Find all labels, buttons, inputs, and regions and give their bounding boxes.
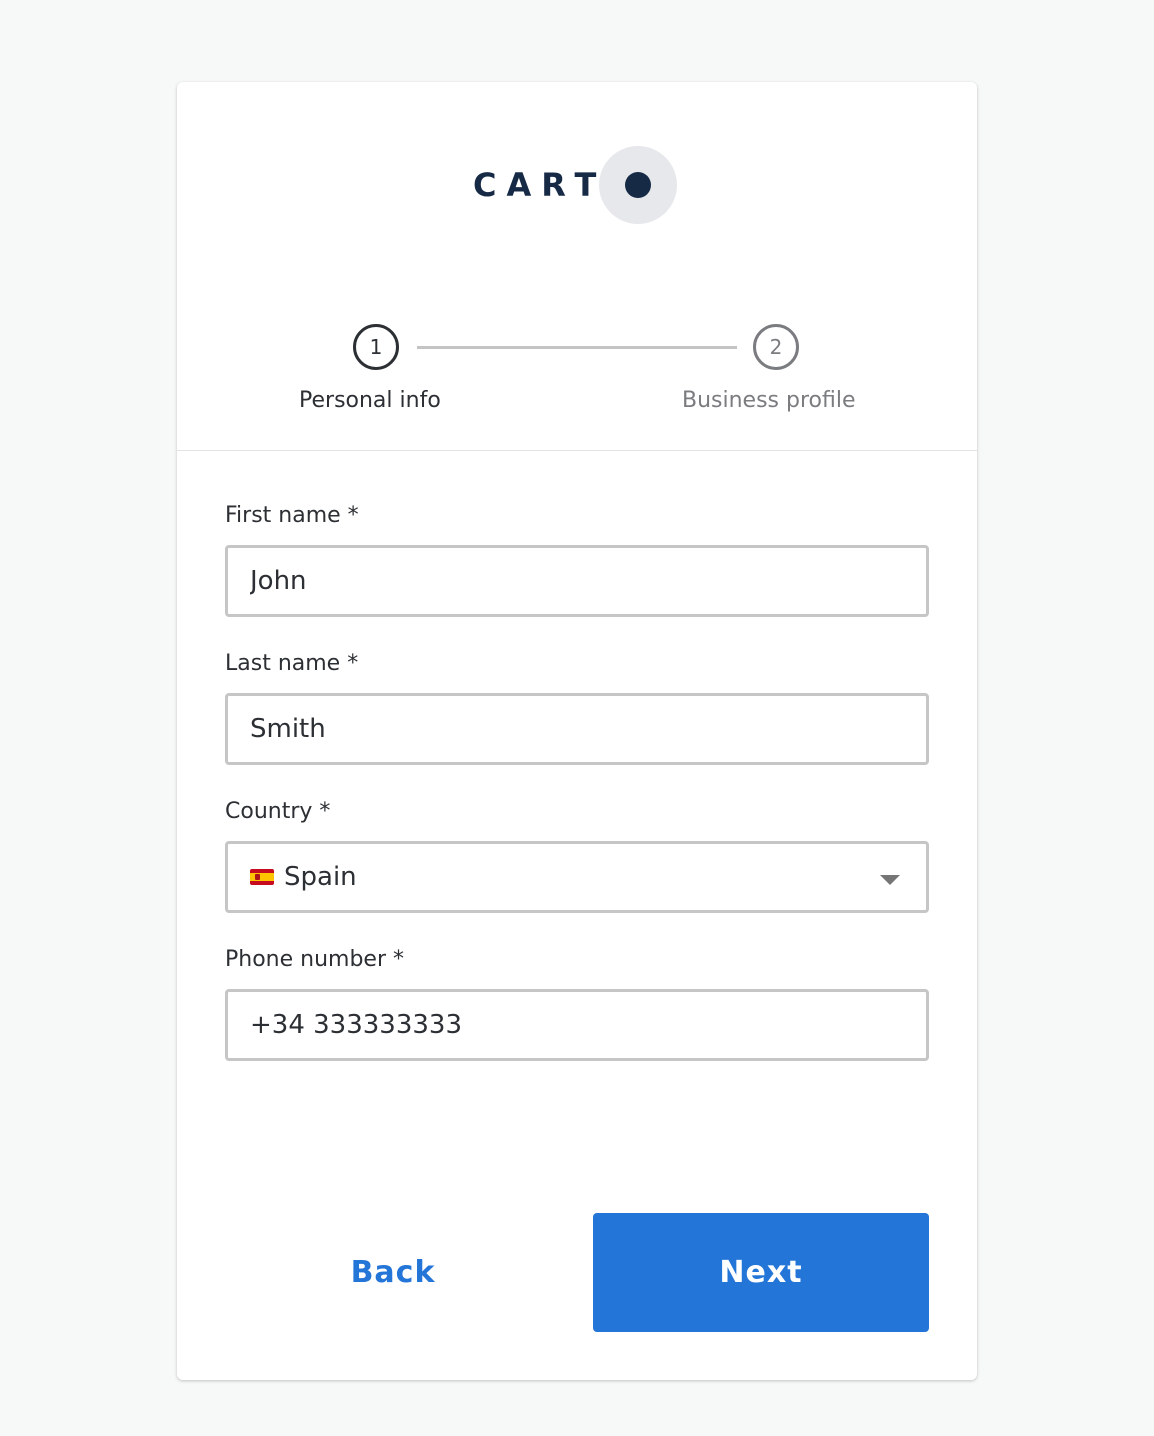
step-1-number: 1 <box>369 335 383 359</box>
signup-card: CART 1 2 Personal info Business profile … <box>177 82 977 1380</box>
country-selected-value: Spain <box>284 862 357 892</box>
header-divider <box>177 450 977 451</box>
phone-field: Phone number * <box>225 945 929 1061</box>
step-1-indicator: 1 <box>353 324 399 370</box>
step-2-label: Business profile <box>682 388 856 413</box>
chevron-down-icon[interactable] <box>880 875 900 885</box>
last-name-field: Last name * <box>225 649 929 765</box>
back-button[interactable]: Back <box>225 1213 561 1332</box>
logo-dot-icon <box>625 172 651 198</box>
country-field: Country * Spain <box>225 797 929 913</box>
form-actions: Back Next <box>177 1213 977 1332</box>
step-connector <box>417 346 737 349</box>
last-name-input-box[interactable] <box>225 693 929 765</box>
step-2-number: 2 <box>769 335 783 359</box>
spain-flag-icon <box>250 869 274 885</box>
last-name-label: Last name * <box>225 651 359 676</box>
country-label: Country * <box>225 799 331 824</box>
stepper: 1 2 Personal info Business profile <box>177 322 977 452</box>
country-select[interactable]: Spain <box>225 841 929 913</box>
first-name-input-box[interactable] <box>225 545 929 617</box>
phone-input-box[interactable] <box>225 989 929 1061</box>
last-name-input[interactable] <box>250 714 890 744</box>
logo-text: CART <box>473 166 607 204</box>
first-name-label: First name * <box>225 503 359 528</box>
step-2-indicator: 2 <box>753 324 799 370</box>
first-name-field: First name * <box>225 501 929 617</box>
phone-label: Phone number * <box>225 947 404 972</box>
first-name-input[interactable] <box>250 566 890 596</box>
next-button[interactable]: Next <box>593 1213 929 1332</box>
carto-logo: CART <box>473 146 693 226</box>
step-1-label: Personal info <box>299 388 441 413</box>
phone-input[interactable] <box>250 1010 890 1040</box>
